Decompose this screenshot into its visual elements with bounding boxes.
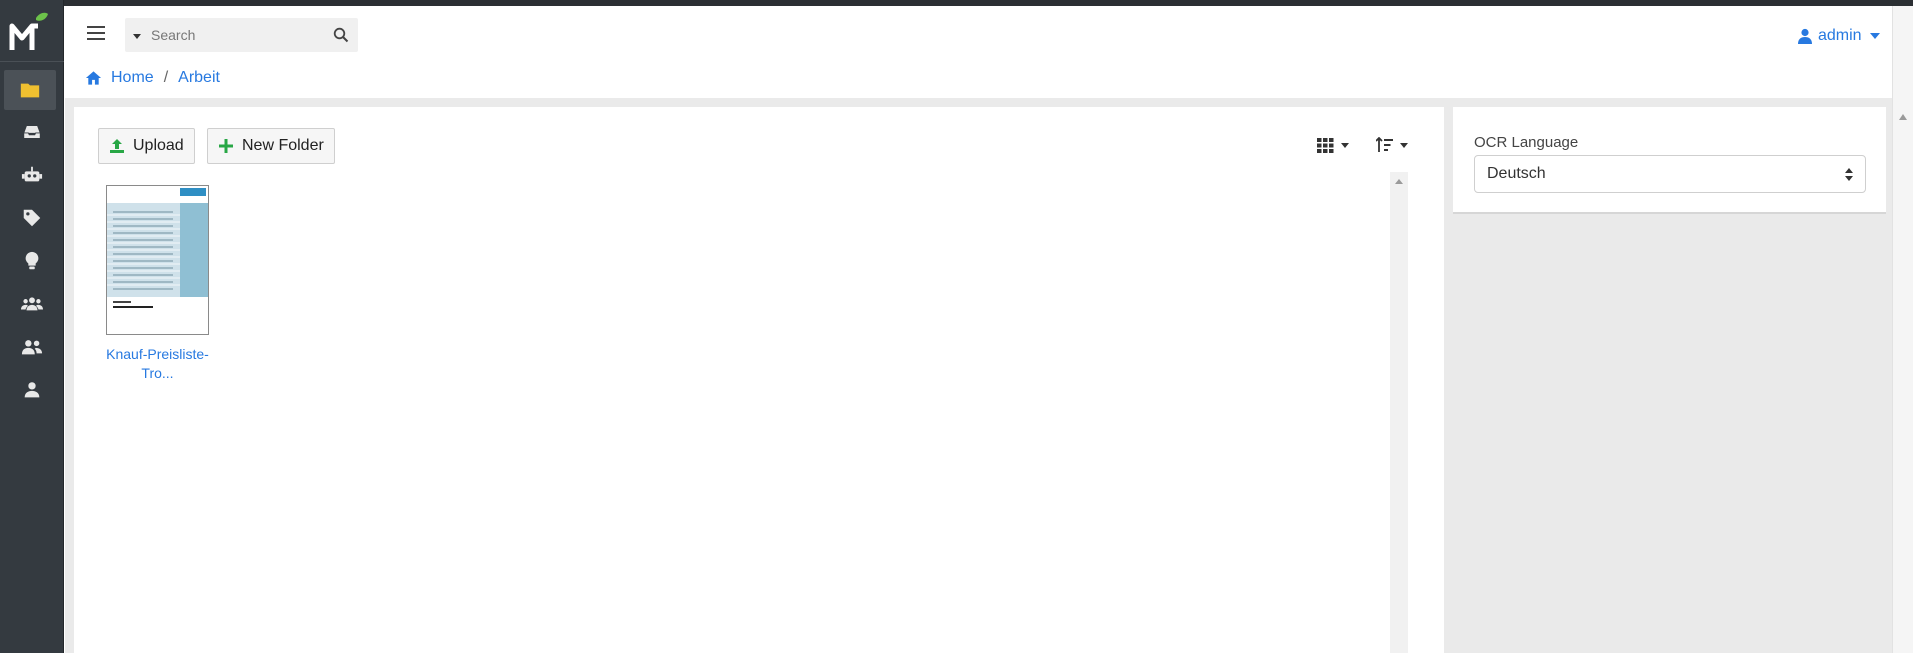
upload-label: Upload bbox=[133, 137, 184, 154]
search-input[interactable] bbox=[149, 22, 319, 48]
robot-icon bbox=[21, 166, 43, 182]
document-thumbnail[interactable] bbox=[106, 185, 209, 335]
ocr-language-select[interactable]: Deutsch bbox=[1474, 155, 1866, 193]
sidebar-item-tags[interactable] bbox=[0, 198, 64, 238]
upload-icon bbox=[110, 139, 124, 153]
sidebar-item-ideas[interactable] bbox=[0, 241, 64, 281]
search-bar bbox=[125, 18, 358, 52]
lightbulb-icon bbox=[25, 251, 39, 270]
sidebar-item-documents[interactable] bbox=[4, 70, 56, 110]
file-grid bbox=[94, 172, 1410, 653]
tag-icon bbox=[23, 209, 41, 227]
file-name-line-2: Tro... bbox=[141, 365, 174, 381]
breadcrumb-separator: / bbox=[163, 69, 169, 86]
file-name-line-1: Knauf-Preisliste- bbox=[106, 346, 209, 362]
user-menu[interactable]: admin bbox=[1798, 26, 1880, 46]
breadcrumb: Home / Arbeit bbox=[85, 67, 220, 89]
search-icon[interactable] bbox=[333, 27, 349, 43]
menu-toggle-icon[interactable] bbox=[87, 26, 105, 44]
pdf-preview-image bbox=[107, 186, 208, 334]
inbox-icon bbox=[23, 125, 41, 139]
app-logo[interactable] bbox=[0, 6, 64, 62]
sidebar-item-automation[interactable] bbox=[0, 155, 64, 195]
folder-icon bbox=[20, 83, 40, 98]
chevron-down-icon bbox=[1400, 142, 1408, 148]
file-browser-panel: Upload New Folder Knauf-Preisliste- Tro.… bbox=[74, 107, 1444, 653]
file-grid-scrollbar[interactable] bbox=[1390, 172, 1408, 653]
chevron-down-icon bbox=[1869, 33, 1880, 39]
search-scope-dropdown[interactable] bbox=[133, 34, 141, 39]
page-scrollbar[interactable] bbox=[1892, 6, 1913, 653]
breadcrumb-home[interactable]: Home bbox=[111, 69, 154, 87]
ocr-language-label: OCR Language bbox=[1474, 134, 1579, 151]
sidebar-item-inbox[interactable] bbox=[0, 112, 64, 152]
logo-icon bbox=[9, 12, 48, 50]
new-folder-label: New Folder bbox=[242, 137, 324, 154]
breadcrumb-current[interactable]: Arbeit bbox=[178, 69, 220, 87]
sidebar-item-groups[interactable] bbox=[0, 284, 64, 324]
upload-button[interactable]: Upload bbox=[98, 128, 195, 164]
new-folder-button[interactable]: New Folder bbox=[207, 128, 335, 164]
user-icon bbox=[1798, 28, 1812, 44]
plus-icon bbox=[219, 139, 233, 153]
ocr-language-value: Deutsch bbox=[1487, 165, 1546, 182]
chevron-down-icon bbox=[1341, 142, 1349, 148]
users-group-icon bbox=[21, 297, 43, 311]
sidebar-item-users[interactable] bbox=[0, 327, 64, 367]
file-name[interactable]: Knauf-Preisliste- Tro... bbox=[98, 345, 217, 383]
sidebar bbox=[0, 0, 64, 653]
sort-icon bbox=[1376, 137, 1393, 152]
home-icon[interactable] bbox=[85, 70, 102, 86]
user-friends-icon bbox=[21, 340, 43, 355]
view-mode-dropdown[interactable] bbox=[1317, 136, 1349, 154]
grid-view-icon bbox=[1317, 138, 1334, 153]
select-arrows-icon bbox=[1845, 168, 1853, 182]
ocr-settings-panel: OCR Language Deutsch bbox=[1453, 107, 1886, 214]
user-icon bbox=[24, 382, 40, 398]
scroll-up-icon[interactable] bbox=[1899, 114, 1907, 120]
top-navbar: admin bbox=[65, 6, 1892, 66]
sort-dropdown[interactable] bbox=[1376, 136, 1408, 154]
username: admin bbox=[1818, 27, 1862, 44]
sidebar-item-profile[interactable] bbox=[0, 370, 64, 410]
